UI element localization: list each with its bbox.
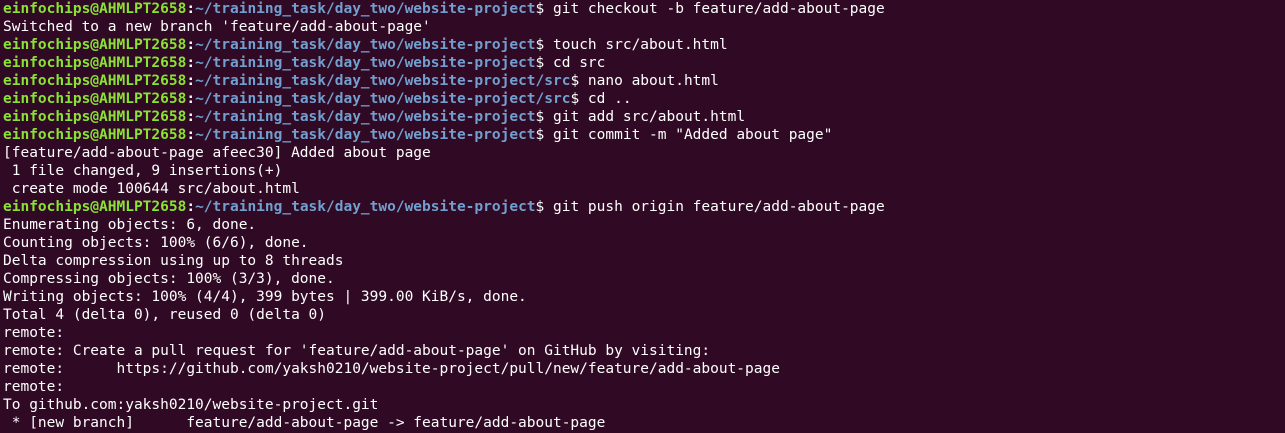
terminal-line-prompt: einfochips@AHMLPT2658:~/training_task/da… xyxy=(3,91,632,107)
prompt-user: einfochips@AHMLPT2658 xyxy=(3,199,187,215)
prompt-user: einfochips@AHMLPT2658 xyxy=(3,91,187,107)
terminal-line-prompt: einfochips@AHMLPT2658:~/training_task/da… xyxy=(3,127,833,143)
terminal-line-prompt: einfochips@AHMLPT2658:~/training_task/da… xyxy=(3,1,885,17)
terminal-line-output: Writing objects: 100% (4/4), 399 bytes |… xyxy=(3,289,527,305)
prompt-user: einfochips@AHMLPT2658 xyxy=(3,109,187,125)
prompt-path: ~/training_task/day_two/website-project/… xyxy=(195,73,571,89)
prompt-path: ~/training_task/day_two/website-project xyxy=(195,127,536,143)
terminal-line-prompt: einfochips@AHMLPT2658:~/training_task/da… xyxy=(3,37,728,53)
terminal-line-output: Enumerating objects: 6, done. xyxy=(3,217,257,233)
prompt-command: touch src/about.html xyxy=(553,37,728,53)
terminal-line-output: remote: xyxy=(3,379,65,395)
terminal-line-output: remote: xyxy=(3,325,65,341)
terminal-line-output: create mode 100644 src/about.html xyxy=(3,181,300,197)
terminal-line-output: To github.com:yaksh0210/website-project.… xyxy=(3,397,379,413)
prompt-command: nano about.html xyxy=(587,73,719,89)
prompt-path: ~/training_task/day_two/website-project xyxy=(195,1,536,17)
prompt-path: ~/training_task/day_two/website-project xyxy=(195,55,536,71)
prompt-user: einfochips@AHMLPT2658 xyxy=(3,1,187,17)
terminal-line-output: remote: Create a pull request for 'featu… xyxy=(3,343,711,359)
prompt-user: einfochips@AHMLPT2658 xyxy=(3,127,187,143)
prompt-path: ~/training_task/day_two/website-project/… xyxy=(195,91,571,107)
terminal-line-output: Total 4 (delta 0), reused 0 (delta 0) xyxy=(3,307,327,323)
prompt-path: ~/training_task/day_two/website-project xyxy=(195,109,536,125)
prompt-user: einfochips@AHMLPT2658 xyxy=(3,73,187,89)
terminal-window[interactable]: einfochips@AHMLPT2658:~/training_task/da… xyxy=(0,0,1285,433)
prompt-command: git add src/about.html xyxy=(553,109,746,125)
terminal-line-prompt: einfochips@AHMLPT2658:~/training_task/da… xyxy=(3,73,719,89)
terminal-line-output: * [new branch] feature/add-about-page ->… xyxy=(3,415,606,431)
terminal-line-output: 1 file changed, 9 insertions(+) xyxy=(3,163,283,179)
terminal-line-prompt: einfochips@AHMLPT2658:~/training_task/da… xyxy=(3,109,746,125)
terminal-line-output: Compressing objects: 100% (3/3), done. xyxy=(3,271,335,287)
prompt-command: git checkout -b feature/add-about-page xyxy=(553,1,885,17)
prompt-path: ~/training_task/day_two/website-project xyxy=(195,199,536,215)
prompt-command: cd src xyxy=(553,55,606,71)
prompt-command: git commit -m "Added about page" xyxy=(553,127,833,143)
prompt-user: einfochips@AHMLPT2658 xyxy=(3,37,187,53)
prompt-command: cd .. xyxy=(587,91,632,107)
terminal-line-prompt: einfochips@AHMLPT2658:~/training_task/da… xyxy=(3,55,606,71)
terminal-line-output: Counting objects: 100% (6/6), done. xyxy=(3,235,309,251)
terminal-line-output: Switched to a new branch 'feature/add-ab… xyxy=(3,19,431,35)
prompt-path: ~/training_task/day_two/website-project xyxy=(195,37,536,53)
terminal-line-prompt: einfochips@AHMLPT2658:~/training_task/da… xyxy=(3,199,885,215)
terminal-line-output: [feature/add-about-page afeec30] Added a… xyxy=(3,145,431,161)
terminal-line-output: remote: https://github.com/yaksh0210/web… xyxy=(3,361,780,377)
prompt-command: git push origin feature/add-about-page xyxy=(553,199,885,215)
terminal-line-output: Delta compression using up to 8 threads xyxy=(3,253,344,269)
prompt-user: einfochips@AHMLPT2658 xyxy=(3,55,187,71)
